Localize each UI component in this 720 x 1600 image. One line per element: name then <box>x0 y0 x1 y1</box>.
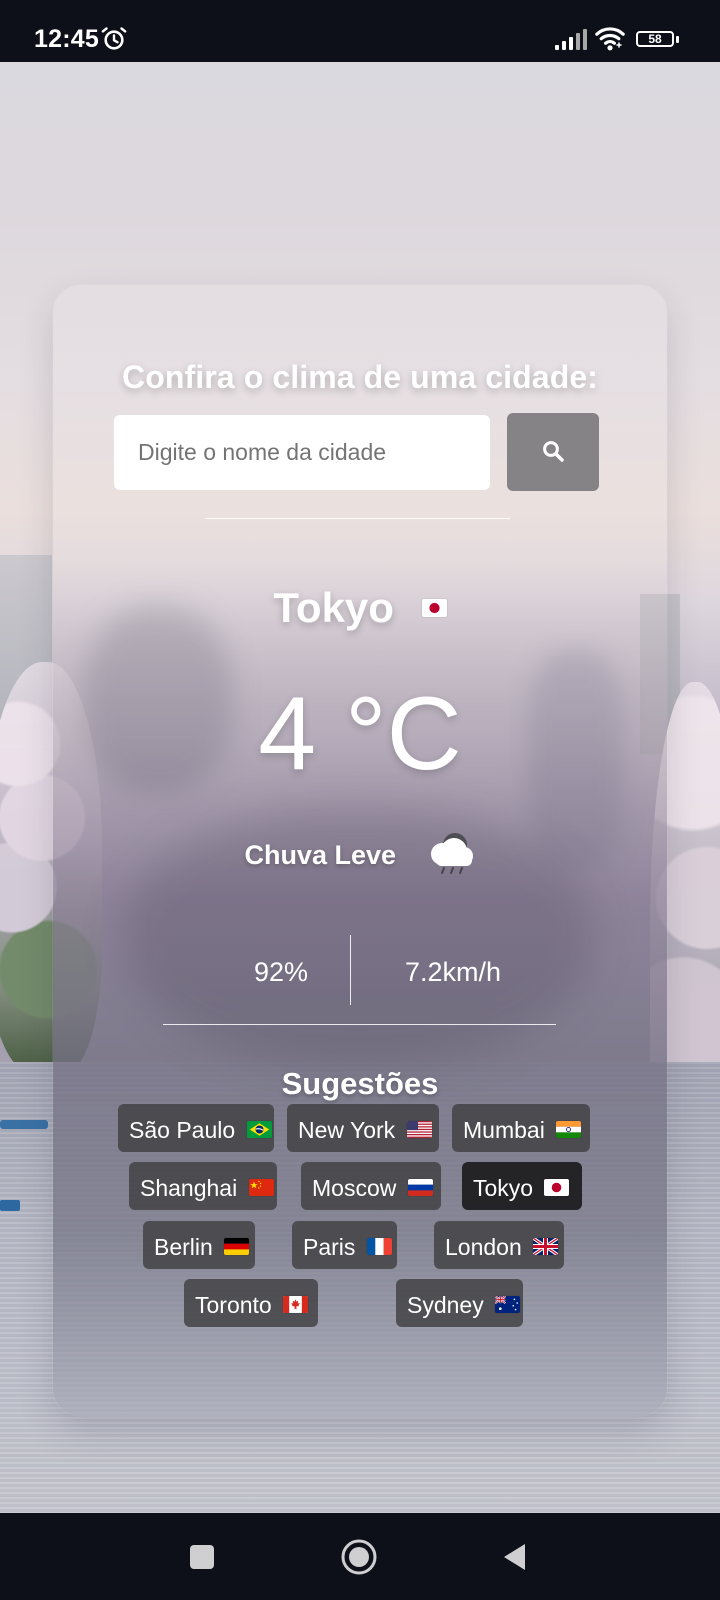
city-suggestion-label: New York <box>298 1116 396 1143</box>
humidity-value: 92% <box>253 957 309 987</box>
city-suggestion-sao-paulo[interactable]: São Paulo <box>118 1104 274 1152</box>
france-flag-icon <box>366 1238 392 1256</box>
recent-apps-button[interactable] <box>180 1535 224 1579</box>
battery-icon: 58 <box>636 31 680 49</box>
current-city: Tokyo <box>53 581 667 633</box>
circle-home-icon <box>341 1539 377 1575</box>
japan-flag-icon <box>544 1179 570 1197</box>
city-suggestion-label: Tokyo <box>473 1174 534 1201</box>
weather-condition: Chuva Leve <box>53 833 667 891</box>
weather-background: Confira o clima de uma cidade: Tokyo 4 °… <box>0 62 720 1513</box>
search-section-divider <box>205 518 510 519</box>
united-kingdom-flag-icon <box>533 1238 559 1256</box>
light-rain-cloud-icon <box>430 833 473 874</box>
brazil-flag-icon <box>246 1121 272 1139</box>
background-boat <box>0 1200 20 1211</box>
city-suggestion-label: Toronto <box>195 1291 272 1318</box>
home-button[interactable] <box>337 1535 381 1579</box>
city-suggestion-tokyo[interactable]: Tokyo <box>462 1162 582 1210</box>
city-suggestion-london[interactable]: London <box>434 1221 564 1269</box>
city-suggestion-label: Moscow <box>312 1174 397 1201</box>
china-flag-icon <box>248 1179 274 1197</box>
search-button[interactable] <box>507 413 599 491</box>
japan-flag-icon <box>421 598 447 617</box>
city-suggestion-moscow[interactable]: Moscow <box>301 1162 441 1210</box>
wind-speed-value: 7.2km/h <box>404 957 502 987</box>
battery-level: 58 <box>648 32 662 46</box>
cellular-signal-icon <box>555 29 587 50</box>
city-suggestion-mumbai[interactable]: Mumbai <box>452 1104 590 1152</box>
current-city-name: Tokyo <box>273 583 394 631</box>
suggestions-divider <box>163 1024 556 1025</box>
status-time: 12:45 <box>34 25 99 53</box>
city-search-input[interactable] <box>114 415 490 490</box>
back-button[interactable] <box>494 1535 538 1579</box>
australia-flag-icon <box>495 1296 521 1314</box>
battery-cap <box>676 36 679 43</box>
weather-app-screen: 12:45 58 Confira o clima de uma cidade: … <box>0 0 720 1600</box>
city-suggestion-sydney[interactable]: Sydney <box>396 1279 523 1327</box>
city-suggestion-berlin[interactable]: Berlin <box>143 1221 255 1269</box>
weather-metrics-divider <box>350 935 351 1005</box>
search-icon <box>543 441 564 462</box>
united-states-flag-icon <box>406 1121 432 1139</box>
city-suggestion-label: Shanghai <box>140 1174 238 1201</box>
city-suggestion-paris[interactable]: Paris <box>292 1221 397 1269</box>
wifi-icon <box>595 27 625 51</box>
city-suggestion-label: Berlin <box>154 1233 213 1260</box>
triangle-back-icon <box>504 1544 525 1570</box>
current-temperature: 4 °C <box>258 676 462 792</box>
weather-search-title: Confira o clima de uma cidade: <box>122 359 598 396</box>
weather-condition-text: Chuva Leve <box>244 839 397 870</box>
background-boat <box>0 1120 48 1129</box>
city-suggestion-label: São Paulo <box>129 1116 236 1143</box>
city-suggestion-label: London <box>445 1233 522 1260</box>
russia-flag-icon <box>407 1179 433 1197</box>
city-suggestion-label: Sydney <box>407 1291 484 1318</box>
city-suggestion-shanghai[interactable]: Shanghai <box>129 1162 277 1210</box>
india-flag-icon <box>556 1121 582 1139</box>
alarm-clock-icon <box>101 27 127 50</box>
status-bar: 12:45 58 <box>0 0 720 62</box>
city-suggestion-label: Paris <box>303 1233 356 1260</box>
city-suggestion-new-york[interactable]: New York <box>287 1104 439 1152</box>
square-recent-apps-icon <box>190 1545 214 1569</box>
android-navigation-bar <box>0 1513 720 1600</box>
germany-flag-icon <box>224 1238 250 1256</box>
canada-flag-icon <box>283 1296 309 1314</box>
city-suggestion-toronto[interactable]: Toronto <box>184 1279 318 1327</box>
weather-card: Confira o clima de uma cidade: Tokyo 4 °… <box>53 285 667 1416</box>
city-suggestion-label: Mumbai <box>463 1116 545 1143</box>
